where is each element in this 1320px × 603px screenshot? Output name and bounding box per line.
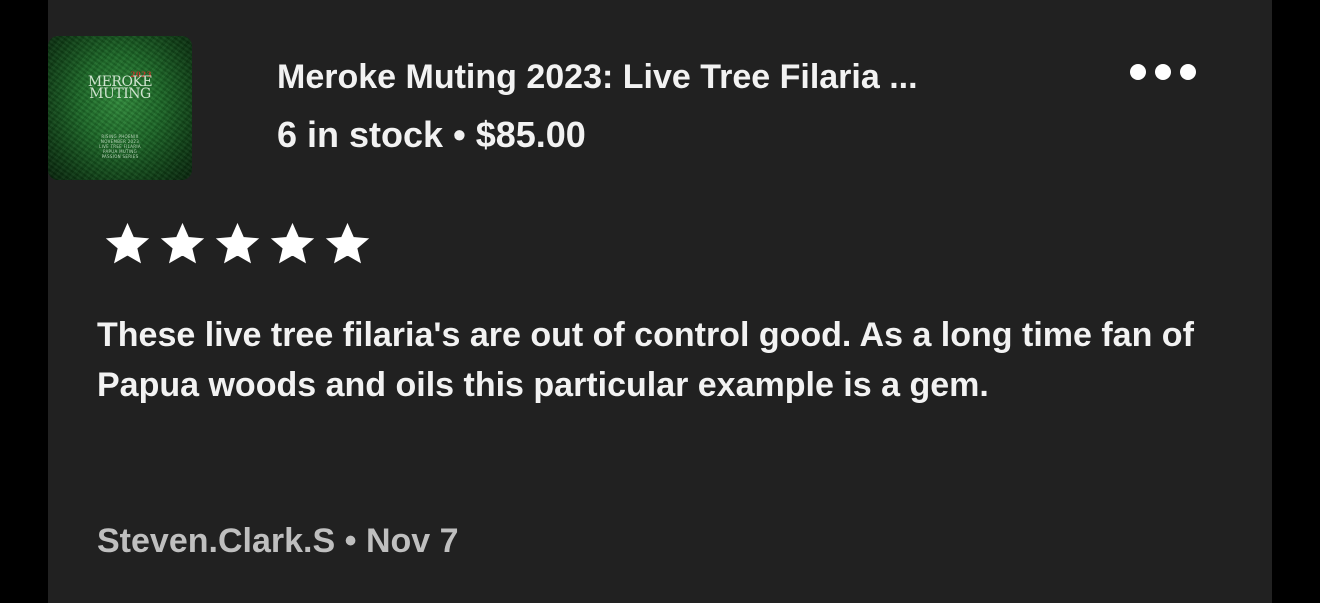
star-icon (105, 222, 150, 264)
review-author[interactable]: Steven.Clark.S (97, 522, 335, 560)
listing-meta: 6 in stock • $85.00 (277, 114, 586, 156)
review-text: These live tree filaria's are out of con… (97, 316, 1194, 404)
listing-title[interactable]: Meroke Muting 2023: Live Tree Filaria ..… (277, 58, 1077, 97)
product-thumbnail[interactable]: 2023 MEROKE MUTING RISING PHOENIX NOVEMB… (48, 36, 192, 180)
thumbnail-small-text: RISING PHOENIX NOVEMBER 2023 LIVE TREE F… (48, 134, 192, 159)
more-dot-icon (1130, 64, 1146, 80)
review-byline: Steven.Clark.S • Nov 7 (97, 522, 459, 561)
star-rating (100, 220, 375, 268)
star-icon (270, 222, 315, 264)
thumbnail-brand-line2: MUTING (89, 86, 151, 102)
review-date: Nov 7 (365, 522, 459, 560)
price: $85.00 (475, 114, 586, 155)
thumbnail-small-line: PASSION SERIES (101, 154, 139, 159)
star-icon (215, 222, 260, 264)
byline-separator: • (344, 522, 357, 560)
star-icon (160, 222, 205, 264)
more-options-button[interactable] (1130, 62, 1196, 82)
more-dot-icon (1155, 64, 1171, 80)
more-dot-icon (1180, 64, 1196, 80)
stock-count: 6 in stock (277, 114, 444, 155)
star-icon (325, 222, 370, 264)
thumbnail-brand: MEROKE MUTING (48, 75, 192, 102)
meta-separator: • (453, 114, 466, 155)
